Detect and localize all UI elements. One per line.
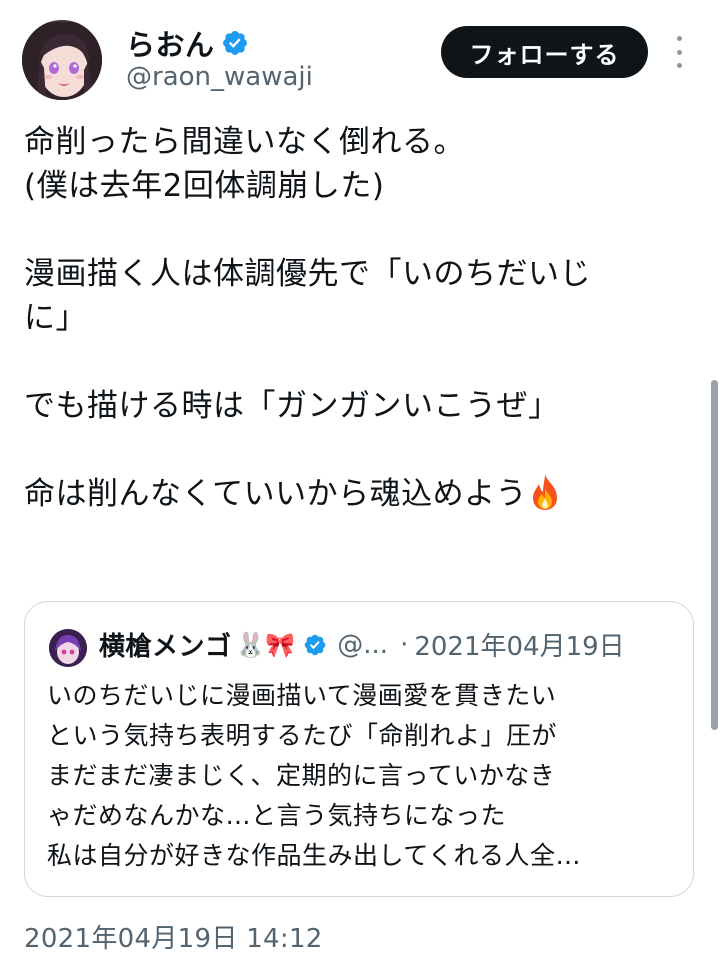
tweet-line: (僕は去年2回体調崩した): [24, 168, 385, 204]
quoted-tweet[interactable]: 横槍メンゴ 🐰🎀 @... · 2021年04月19日 いのちだいじに漫画描いて…: [24, 601, 694, 897]
more-options-icon[interactable]: [668, 32, 690, 72]
quoted-name-emojis: 🐰🎀: [235, 630, 296, 659]
quoted-line: ゃだめなんかな…と言う気持ちになった: [47, 801, 507, 830]
quoted-line: まだまだ凄まじく、定期的に言っていかなき: [47, 761, 556, 790]
tweet-timestamp[interactable]: 2021年04月19日 14:12: [24, 918, 323, 955]
tweet-line: 命削ったら間違いなく倒れる。: [24, 124, 465, 160]
quoted-line: 私は自分が好きな作品生み出してくれる人全…: [47, 841, 582, 870]
scrollbar[interactable]: [711, 380, 718, 730]
author-name-text[interactable]: らおん: [126, 22, 215, 64]
verified-badge-icon: [305, 634, 326, 655]
author-avatar[interactable]: [22, 20, 102, 100]
quoted-author-handle[interactable]: @...: [337, 630, 388, 660]
verified-badge-icon: [222, 31, 247, 55]
tweet-line: でも描ける時は「ガンガンいこうぜ」: [24, 388, 560, 424]
quoted-text: いのちだいじに漫画描いて漫画愛を貫きたい という気持ち表明するたび「命削れよ」圧…: [47, 676, 677, 876]
separator-dot: ·: [400, 629, 409, 660]
tweet-line: に」: [24, 300, 87, 336]
fire-emoji-icon: [533, 474, 558, 510]
quoted-date[interactable]: 2021年04月19日: [414, 626, 624, 663]
quoted-author-avatar[interactable]: [49, 629, 87, 667]
quoted-header: 横槍メンゴ 🐰🎀 @... · 2021年04月19日: [99, 626, 625, 663]
quoted-author-name[interactable]: 横槍メンゴ: [99, 626, 232, 663]
tweet-text: 命削ったら間違いなく倒れる。 (僕は去年2回体調崩した) 漫画描く人は体調優先で…: [24, 120, 694, 516]
quoted-line: という気持ち表明するたび「命削れよ」圧が: [47, 721, 558, 750]
author-name[interactable]: らおん: [126, 22, 249, 64]
follow-button[interactable]: フォローする: [441, 26, 648, 78]
author-handle[interactable]: @raon_wawaji: [126, 62, 313, 92]
tweet-line: 命は削んなくていいから魂込めよう: [24, 476, 528, 512]
quoted-line: いのちだいじに漫画描いて漫画愛を貫きたい: [47, 681, 557, 710]
tweet-line: 漫画描く人は体調優先で「いのちだいじ: [24, 256, 591, 292]
tweet-line-last: 命は削んなくていいから魂込めよう: [24, 472, 694, 516]
